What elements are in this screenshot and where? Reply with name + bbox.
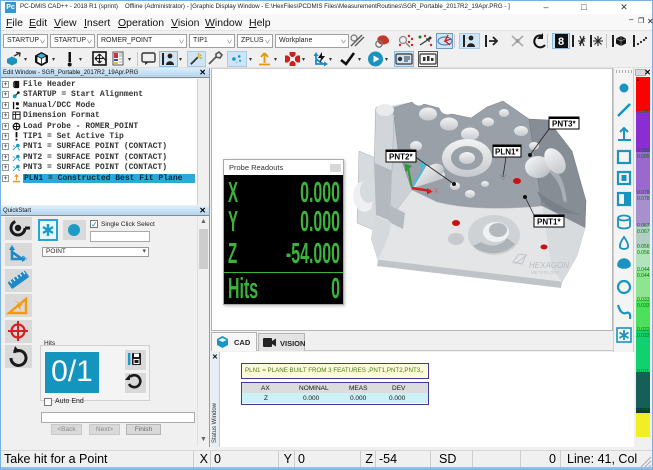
svg-text:Z: Z <box>420 158 425 167</box>
svg-text:PNT2*: PNT2* <box>389 153 413 162</box>
svg-text:PNT3*: PNT3* <box>552 120 576 129</box>
svg-text:Y: Y <box>228 205 238 238</box>
svg-text:PLN1*: PLN1* <box>495 148 519 157</box>
svg-text:Hits: Hits <box>228 272 258 304</box>
svg-text:Z: Z <box>228 237 237 270</box>
svg-text:0.000: 0.000 <box>300 176 340 208</box>
svg-text:0: 0 <box>331 272 340 304</box>
svg-text:PNT1*: PNT1* <box>537 218 561 227</box>
svg-text:METROLOGY: METROLOGY <box>531 270 560 275</box>
svg-text:8: 8 <box>558 36 564 48</box>
svg-text:X: X <box>228 176 238 209</box>
svg-text:x: x <box>434 185 439 195</box>
svg-text:0.000: 0.000 <box>300 205 340 237</box>
svg-text:HEXAGON: HEXAGON <box>529 261 569 270</box>
svg-text:-54.000: -54.000 <box>286 237 340 269</box>
